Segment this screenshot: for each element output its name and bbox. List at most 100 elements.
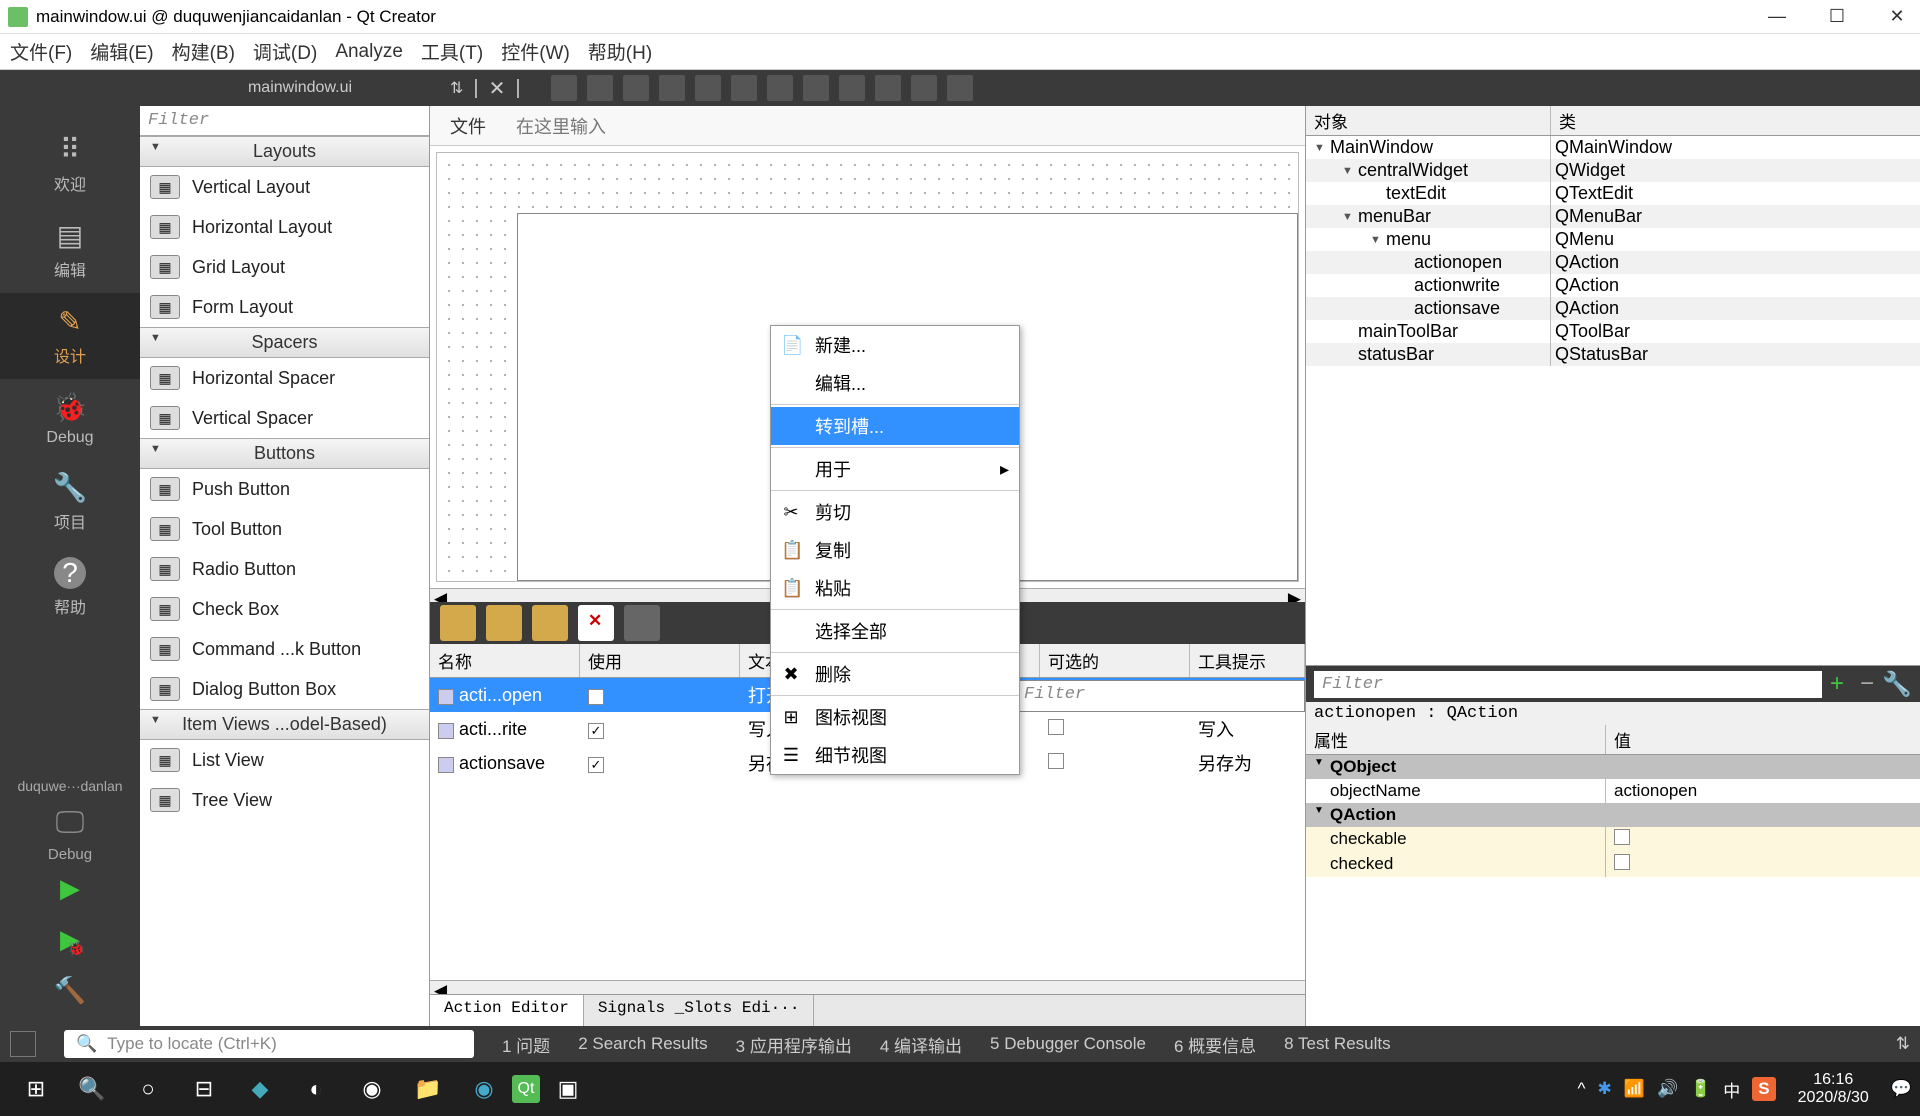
cortana-icon[interactable]: ○ — [120, 1062, 176, 1116]
property-row[interactable]: objectNameactionopen — [1306, 779, 1920, 803]
maximize-button[interactable]: ☐ — [1822, 6, 1852, 27]
prop-header-value[interactable]: 值 — [1606, 725, 1920, 754]
context-menu-item[interactable]: 编辑... — [771, 364, 1019, 402]
property-filter-input[interactable]: Filter — [1314, 671, 1822, 698]
output-tab-debugger[interactable]: 5 Debugger Console — [990, 1034, 1146, 1054]
output-tab-general[interactable]: 6 概要信息 — [1174, 1032, 1256, 1057]
widget-item[interactable]: ▦Vertical Spacer — [140, 398, 429, 438]
app-icon[interactable]: ▣ — [540, 1062, 596, 1116]
object-tree-row[interactable]: actionsaveQAction — [1306, 297, 1920, 320]
object-tree-row[interactable]: actionopenQAction — [1306, 251, 1920, 274]
action-tool-icon[interactable] — [486, 605, 522, 641]
add-property-icon[interactable]: + — [1822, 670, 1852, 698]
context-menu-item[interactable]: 转到槽... — [771, 407, 1019, 445]
prop-header-name[interactable]: 属性 — [1306, 725, 1606, 754]
widget-item[interactable]: ▦Horizontal Spacer — [140, 358, 429, 398]
property-group[interactable]: QObject — [1306, 755, 1920, 779]
notifications-icon[interactable]: 💬 — [1891, 1079, 1912, 1099]
property-row[interactable]: checkable — [1306, 827, 1920, 852]
menu-help[interactable]: 帮助(H) — [588, 38, 652, 65]
toolbar-icon[interactable] — [695, 75, 721, 101]
sidebar-projects[interactable]: 🔧 项目 — [0, 459, 140, 545]
qt-creator-icon[interactable]: Qt — [512, 1075, 540, 1103]
widget-item[interactable]: ▦Check Box — [140, 589, 429, 629]
edge-icon[interactable]: ◉ — [456, 1062, 512, 1116]
context-menu-item[interactable]: ✖删除 — [771, 655, 1019, 693]
search-icon[interactable]: 🔍 — [64, 1062, 120, 1116]
context-menu-item[interactable]: 选择全部 — [771, 612, 1019, 650]
start-button[interactable]: ⊞ — [8, 1062, 64, 1116]
toolbar-icon[interactable] — [731, 75, 757, 101]
object-tree-row[interactable]: textEditQTextEdit — [1306, 182, 1920, 205]
project-selector[interactable]: duquwe···danlan — [17, 772, 122, 800]
delete-action-icon[interactable]: ✕ — [578, 605, 614, 641]
battery-icon[interactable]: 🔋 — [1690, 1079, 1711, 1099]
widget-item[interactable]: ▦Dialog Button Box — [140, 669, 429, 709]
volume-icon[interactable]: 🔊 — [1657, 1079, 1678, 1099]
menu-build[interactable]: 构建(B) — [172, 38, 235, 65]
toolbar-icon[interactable] — [659, 75, 685, 101]
object-tree-row[interactable]: actionwriteQAction — [1306, 274, 1920, 297]
minimize-button[interactable]: — — [1762, 6, 1792, 27]
widget-category[interactable]: Spacers — [140, 327, 429, 358]
action-tool-icon[interactable] — [624, 605, 660, 641]
output-expand-icon[interactable]: ⇅ — [1896, 1034, 1910, 1054]
menu-analyze[interactable]: Analyze — [335, 41, 403, 63]
open-file-name[interactable]: mainwindow.ui — [150, 79, 450, 97]
remove-property-icon[interactable]: − — [1852, 670, 1882, 698]
widget-category[interactable]: Layouts — [140, 136, 429, 167]
toolbar-icon[interactable] — [875, 75, 901, 101]
sidebar-help[interactable]: ? 帮助 — [0, 545, 140, 630]
object-tree-row[interactable]: mainToolBarQToolBar — [1306, 320, 1920, 343]
menu-debug[interactable]: 调试(D) — [253, 38, 317, 65]
object-tree-row[interactable]: ▼menuQMenu — [1306, 228, 1920, 251]
toolbar-icon[interactable] — [911, 75, 937, 101]
taskview-icon[interactable]: ⊟ — [176, 1062, 232, 1116]
toolbar-icon[interactable] — [947, 75, 973, 101]
output-tab-search[interactable]: 2 Search Results — [578, 1034, 707, 1054]
widget-item[interactable]: ▦Push Button — [140, 469, 429, 509]
close-button[interactable]: ✕ — [1882, 6, 1912, 27]
close-file-icon[interactable]: ✕ — [489, 76, 506, 101]
build-button[interactable]: 🔨 — [54, 965, 86, 1016]
sidebar-welcome[interactable]: ⠿ 欢迎 — [0, 121, 140, 207]
col-header-name[interactable]: 名称 — [430, 644, 580, 677]
locator-input[interactable]: 🔍 Type to locate (Ctrl+K) — [64, 1030, 474, 1058]
output-tab-issues[interactable]: 1 问题 — [502, 1032, 550, 1057]
context-menu-item[interactable]: 用于▸ — [771, 450, 1019, 488]
app-icon[interactable]: ◐ — [288, 1062, 344, 1116]
action-filter-input[interactable]: Filter — [1015, 680, 1305, 712]
tray-icon[interactable]: ✱ — [1598, 1079, 1612, 1099]
object-tree-row[interactable]: ▼MainWindowQMainWindow — [1306, 136, 1920, 159]
context-menu-item[interactable]: ✂剪切 — [771, 493, 1019, 531]
col-header-tooltip[interactable]: 工具提示 — [1190, 644, 1305, 677]
col-header-optional[interactable]: 可选的 — [1040, 644, 1190, 677]
context-menu-item[interactable]: ⊞图标视图 — [771, 698, 1019, 736]
widget-item[interactable]: ▦Command ...k Button — [140, 629, 429, 669]
object-tree-row[interactable]: ▼centralWidgetQWidget — [1306, 159, 1920, 182]
widget-item[interactable]: ▦Form Layout — [140, 287, 429, 327]
explorer-icon[interactable]: 📁 — [400, 1062, 456, 1116]
toolbar-icon[interactable] — [767, 75, 793, 101]
run-button[interactable]: ▶ — [60, 863, 80, 914]
toolbar-icon[interactable] — [551, 75, 577, 101]
menu-edit[interactable]: 编辑(E) — [90, 38, 153, 65]
toggle-sidebar-icon[interactable] — [10, 1031, 36, 1057]
object-tree-row[interactable]: ▼menuBarQMenuBar — [1306, 205, 1920, 228]
object-tree-row[interactable]: statusBarQStatusBar — [1306, 343, 1920, 366]
tab-signals-slots[interactable]: Signals _Slots Edi··· — [584, 995, 815, 1026]
sidebar-edit[interactable]: ▤ 编辑 — [0, 207, 140, 293]
tray-up-icon[interactable]: ^ — [1578, 1079, 1586, 1099]
menu-widgets[interactable]: 控件(W) — [501, 38, 570, 65]
widget-item[interactable]: ▦Horizontal Layout — [140, 207, 429, 247]
menu-file[interactable]: 文件(F) — [10, 38, 72, 65]
app-icon[interactable]: ◆ — [232, 1062, 288, 1116]
new-action-icon[interactable] — [440, 605, 476, 641]
sogou-icon[interactable]: S — [1752, 1077, 1775, 1101]
context-menu-item[interactable]: 📄新建... — [771, 326, 1019, 364]
monitor-icon[interactable]: 🖵 — [56, 800, 85, 846]
menu-tools[interactable]: 工具(T) — [421, 38, 483, 65]
toolbar-icon[interactable] — [623, 75, 649, 101]
widget-category[interactable]: Item Views ...odel-Based) — [140, 709, 429, 740]
sidebar-design[interactable]: ✎ 设计 — [0, 293, 140, 379]
